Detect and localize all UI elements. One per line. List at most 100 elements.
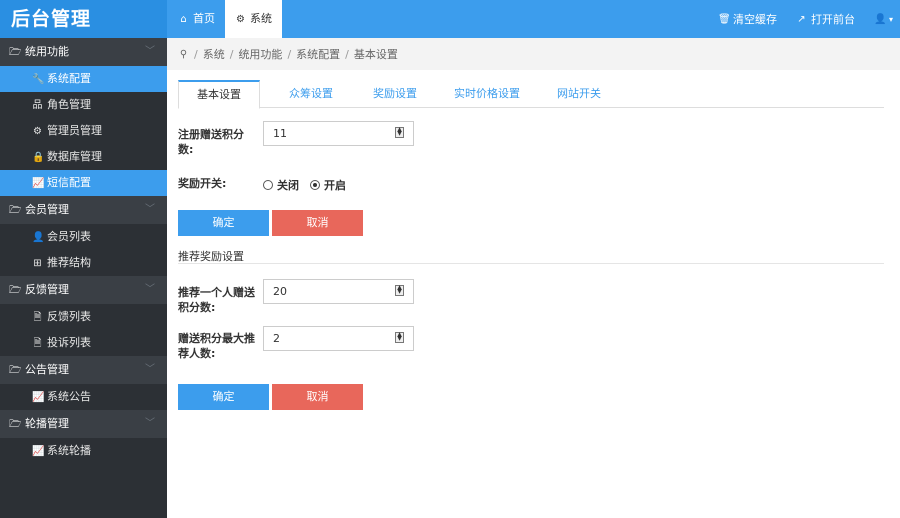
sidebar-item-label: 数据库管理 bbox=[47, 150, 102, 163]
tab-basic-settings[interactable]: 基本设置 bbox=[178, 80, 260, 109]
chevron-down-icon: ﹀ bbox=[145, 418, 155, 429]
radio-circle-checked[interactable] bbox=[310, 180, 320, 190]
sidebar-item-member-list[interactable]: 👤 会员列表 bbox=[0, 224, 167, 250]
sidebar-item-label: 系统公告 bbox=[47, 390, 91, 403]
user-icon: 👤 bbox=[874, 13, 887, 25]
sidebar-item-label: 角色管理 bbox=[47, 98, 91, 111]
doc-icon: 🗎 bbox=[33, 311, 42, 323]
sidebar-item-label: 系统配置 bbox=[47, 72, 91, 85]
sitemap-icon: 品 bbox=[32, 99, 43, 111]
register-points-label: 注册赠送积分数: bbox=[178, 128, 244, 156]
reward-switch-label: 奖励开关: bbox=[178, 177, 227, 190]
sidebar-item-admin-manage[interactable]: ⚙ 管理员管理 bbox=[0, 118, 167, 144]
folder-open-icon: 🗁 bbox=[9, 364, 22, 376]
tab-system[interactable]: ⚙ 系统 bbox=[225, 0, 282, 38]
refer-points-input[interactable] bbox=[263, 279, 414, 304]
breadcrumb-item[interactable]: 系统配置 bbox=[296, 46, 340, 62]
main-content: ⚲ / 系统 / 统用功能 / 系统配置 / 基本设置 基本设置 众筹设置 奖励… bbox=[167, 38, 900, 518]
confirm-button[interactable]: 确定 bbox=[178, 210, 269, 236]
max-refer-stepper[interactable]: ▲ ▼ bbox=[395, 332, 404, 343]
sidebar: 🗁 统用功能 ﹀ 🔧 系统配置 品 角色管理 ⚙ 管理员管理 🔒 数据库管理 📈… bbox=[0, 38, 167, 518]
sidebar-item-complaint-list[interactable]: 🗎 投诉列表 bbox=[0, 330, 167, 356]
clear-cache-button[interactable]: 🗑 清空缓存 bbox=[718, 0, 777, 38]
sidebar-group-label: 统用功能 bbox=[25, 45, 69, 58]
confirm-button[interactable]: 确定 bbox=[178, 384, 269, 410]
sidebar-group-common[interactable]: 🗁 统用功能 ﹀ bbox=[0, 38, 167, 66]
register-points-input[interactable] bbox=[263, 121, 414, 146]
trash-icon: 🗑 bbox=[718, 13, 731, 25]
chart-icon: 📈 bbox=[32, 445, 45, 457]
open-front-label: 打开前台 bbox=[811, 13, 855, 26]
cancel-button[interactable]: 取消 bbox=[272, 384, 363, 410]
tab-system-label: 系统 bbox=[250, 12, 272, 25]
gear-icon: ⚙ bbox=[33, 125, 42, 137]
sidebar-item-label: 短信配置 bbox=[47, 176, 91, 189]
gear-icon: ⚙ bbox=[236, 13, 245, 25]
clear-cache-label: 清空缓存 bbox=[733, 13, 777, 26]
sidebar-group-carousel[interactable]: 🗁 轮播管理 ﹀ bbox=[0, 410, 167, 438]
sidebar-item-role-manage[interactable]: 品 角色管理 bbox=[0, 92, 167, 118]
doc-icon: 🗎 bbox=[33, 337, 42, 349]
chart-icon: 📈 bbox=[32, 177, 45, 189]
breadcrumb: ⚲ / 系统 / 统用功能 / 系统配置 / 基本设置 bbox=[167, 38, 900, 70]
sidebar-group-label: 反馈管理 bbox=[25, 283, 69, 296]
reward-on-label: 开启 bbox=[324, 179, 346, 192]
cancel-button[interactable]: 取消 bbox=[272, 210, 363, 236]
reward-off-radio[interactable]: 关闭 bbox=[263, 177, 299, 193]
sidebar-item-label: 会员列表 bbox=[47, 230, 91, 243]
sidebar-item-label: 管理员管理 bbox=[47, 124, 102, 137]
sidebar-item-label: 反馈列表 bbox=[47, 310, 91, 323]
sidebar-item-feedback-list[interactable]: 🗎 反馈列表 bbox=[0, 304, 167, 330]
folder-open-icon: 🗁 bbox=[9, 284, 22, 296]
sidebar-group-label: 会员管理 bbox=[25, 203, 69, 216]
sidebar-item-database-manage[interactable]: 🔒 数据库管理 bbox=[0, 144, 167, 170]
user-menu-button[interactable]: 👤 ▾ bbox=[874, 0, 893, 38]
sidebar-group-member[interactable]: 🗁 会员管理 ﹀ bbox=[0, 196, 167, 224]
tab-realtime-price-settings[interactable]: 实时价格设置 bbox=[434, 80, 540, 108]
sidebar-group-label: 轮播管理 bbox=[25, 417, 69, 430]
breadcrumb-item[interactable]: 统用功能 bbox=[238, 46, 282, 62]
sidebar-item-label: 系统轮播 bbox=[47, 444, 91, 457]
chevron-down-icon: ﹀ bbox=[145, 204, 155, 215]
refer-points-stepper[interactable]: ▲ ▼ bbox=[395, 285, 404, 296]
folder-open-icon: 🗁 bbox=[9, 204, 22, 216]
chevron-down-icon: ﹀ bbox=[145, 46, 155, 57]
max-refer-input[interactable] bbox=[263, 326, 414, 351]
chevron-down-icon: ﹀ bbox=[145, 364, 155, 375]
sidebar-group-feedback[interactable]: 🗁 反馈管理 ﹀ bbox=[0, 276, 167, 304]
tab-crowdfund-settings[interactable]: 众筹设置 bbox=[266, 80, 356, 108]
tab-reward-settings[interactable]: 奖励设置 bbox=[350, 80, 440, 108]
refer-points-label: 推荐一个人赠送积分数: bbox=[178, 286, 255, 314]
map-marker-icon: ⚲ bbox=[179, 48, 188, 60]
sidebar-group-notice[interactable]: 🗁 公告管理 ﹀ bbox=[0, 356, 167, 384]
wrench-icon: 🔧 bbox=[32, 73, 45, 85]
radio-circle[interactable] bbox=[263, 180, 273, 190]
breadcrumb-current: 基本设置 bbox=[353, 48, 398, 61]
user-icon: 👤 bbox=[32, 231, 45, 243]
sidebar-item-referral-tree[interactable]: ⊞ 推荐结构 bbox=[0, 250, 167, 276]
reward-off-label: 关闭 bbox=[277, 179, 299, 192]
grid-icon: ⊞ bbox=[33, 257, 42, 269]
sidebar-item-sms-config[interactable]: 📈 短信配置 bbox=[0, 170, 167, 196]
lock-icon: 🔒 bbox=[32, 151, 45, 163]
sidebar-item-system-config[interactable]: 🔧 系统配置 bbox=[0, 66, 167, 92]
sidebar-item-system-carousel[interactable]: 📈 系统轮播 bbox=[0, 438, 167, 464]
sidebar-group-label: 公告管理 bbox=[25, 363, 69, 376]
section-title-referral-reward: 推荐奖励设置 bbox=[178, 248, 884, 264]
folder-open-icon: 🗁 bbox=[9, 418, 22, 430]
tab-home[interactable]: ⌂ 首页 bbox=[168, 0, 225, 38]
settings-tabs: 基本设置 众筹设置 奖励设置 实时价格设置 网站开关 bbox=[178, 80, 884, 109]
external-link-icon: ↗ bbox=[797, 13, 806, 25]
sidebar-item-label: 投诉列表 bbox=[47, 336, 91, 349]
chart-icon: 📈 bbox=[32, 391, 45, 403]
open-front-button[interactable]: ↗ 打开前台 bbox=[796, 0, 855, 38]
home-icon: ⌂ bbox=[180, 13, 187, 25]
breadcrumb-item[interactable]: 系统 bbox=[203, 46, 225, 62]
app-logo: 后台管理 bbox=[0, 0, 167, 38]
sidebar-item-system-notice[interactable]: 📈 系统公告 bbox=[0, 384, 167, 410]
tab-site-switch[interactable]: 网站开关 bbox=[534, 80, 624, 108]
top-bar: 后台管理 ⌂ 首页 ⚙ 系统 🗑 清空缓存 ↗ 打开前台 👤 ▾ bbox=[0, 0, 900, 38]
register-points-stepper[interactable]: ▲ ▼ bbox=[395, 127, 404, 138]
sidebar-item-label: 推荐结构 bbox=[47, 256, 91, 269]
reward-on-radio[interactable]: 开启 bbox=[310, 177, 346, 193]
